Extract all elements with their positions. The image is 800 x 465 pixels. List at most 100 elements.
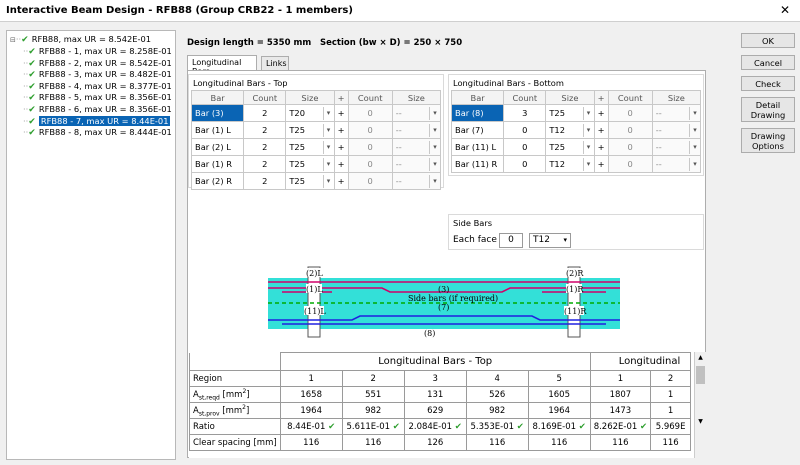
bar-name-cell[interactable]: Bar (7) (450, 121, 505, 139)
tree-item[interactable]: ··✔ RFB88 - 8, max UR = 8.444E-01 (23, 127, 172, 138)
size2-select[interactable]: -- ▾ (651, 138, 702, 156)
member-tree[interactable]: ⊟··✔ RFB88, max UR = 8.542E-01 ··✔ RFB88 -… (6, 30, 176, 460)
count-input[interactable]: 0 (503, 155, 547, 173)
size2-select[interactable]: -- ▾ (651, 121, 702, 139)
chevron-down-icon[interactable]: ▾ (689, 106, 700, 120)
chevron-down-icon[interactable]: ▾ (582, 106, 594, 120)
table-row[interactable]: Bar (2) R 2 T25 ▾ +0 -- ▾ (190, 172, 442, 190)
size-select[interactable]: T25 ▾ (545, 138, 595, 156)
tree-item[interactable]: ··✔ RFB88 - 3, max UR = 8.482E-01 (23, 69, 172, 80)
bar-name-cell[interactable]: Bar (8) (450, 104, 505, 122)
tree-item[interactable]: ··✔ RFB88 - 2, max UR = 8.542E-01 (23, 58, 172, 69)
bar-name-cell[interactable]: Bar (1) R (190, 155, 245, 173)
count-input[interactable]: 2 (243, 155, 287, 173)
table-row[interactable]: Bar (11) R 0 T12 ▾ +0 -- ▾ (450, 155, 702, 173)
plus-cell: + (333, 172, 349, 190)
chevron-down-icon[interactable]: ▾ (429, 174, 440, 188)
size2-select[interactable]: -- ▾ (391, 155, 442, 173)
size2-select[interactable]: -- ▾ (651, 104, 702, 122)
table-row[interactable]: Bar (11) L 0 T25 ▾ +0 -- ▾ (450, 138, 702, 156)
chevron-down-icon[interactable]: ▾ (582, 140, 594, 154)
chevron-down-icon[interactable]: ▾ (429, 123, 440, 137)
chevron-down-icon[interactable]: ▾ (689, 123, 700, 137)
table-row[interactable]: Bar (1) L 2 T25 ▾ +0 -- ▾ (190, 121, 442, 139)
tree-item[interactable]: ··✔ RFB88 - 6, max UR = 8.356E-01 (23, 104, 172, 115)
count2-input[interactable]: 0 (347, 172, 393, 190)
count-input[interactable]: 2 (243, 104, 287, 122)
size-select[interactable]: T25 ▾ (285, 138, 335, 156)
check-button[interactable]: Check (741, 76, 795, 91)
table-row[interactable]: Bar (7) 0 T12 ▾ +0 -- ▾ (450, 121, 702, 139)
table-row[interactable]: Bar (2) L 2 T25 ▾ +0 -- ▾ (190, 138, 442, 156)
count-input[interactable]: 3 (503, 104, 547, 122)
bar-name-cell[interactable]: Bar (3) (190, 104, 245, 122)
chevron-down-icon[interactable]: ▾ (582, 123, 594, 137)
side-bars-count-input[interactable]: 0 (499, 233, 523, 248)
count2-input[interactable]: 0 (607, 121, 653, 139)
drawing-options-button[interactable]: Drawing Options (741, 128, 795, 153)
chevron-down-icon[interactable]: ▾ (582, 157, 594, 171)
tree-item[interactable]: ··✔ RFB88 - 7, max UR = 8.44E-01 (23, 115, 171, 127)
size-select[interactable]: T25 ▾ (545, 104, 595, 122)
scroll-thumb[interactable] (696, 366, 705, 384)
size2-select[interactable]: -- ▾ (651, 155, 702, 173)
size-select[interactable]: T25 ▾ (285, 172, 335, 190)
size2-select[interactable]: -- ▾ (391, 121, 442, 139)
side-bars-size-select[interactable]: T12 ▾ (529, 233, 571, 248)
tab-longitudinal-bars[interactable]: Longitudinal Bars (187, 55, 257, 76)
count-input[interactable]: 2 (243, 121, 287, 139)
count2-input[interactable]: 0 (347, 104, 393, 122)
count2-input[interactable]: 0 (347, 121, 393, 139)
label-3: (3) (438, 285, 449, 294)
scroll-down-icon[interactable]: ▼ (696, 418, 705, 426)
detail-drawing-button[interactable]: Detail Drawing (741, 97, 795, 122)
chevron-down-icon[interactable]: ▾ (322, 174, 334, 188)
cancel-button[interactable]: Cancel (741, 55, 795, 70)
bar-name-cell[interactable]: Bar (2) R (190, 172, 245, 190)
size-select[interactable]: T20 ▾ (285, 104, 335, 122)
count-input[interactable]: 0 (503, 121, 547, 139)
tree-item[interactable]: ··✔ RFB88 - 5, max UR = 8.356E-01 (23, 92, 172, 103)
count2-input[interactable]: 0 (607, 138, 653, 156)
size-select[interactable]: T25 ▾ (285, 155, 335, 173)
chevron-down-icon[interactable]: ▾ (322, 157, 334, 171)
count-input[interactable]: 2 (243, 138, 287, 156)
bar-name-cell[interactable]: Bar (11) L (450, 138, 505, 156)
result-cell: 1964 (279, 402, 343, 419)
chevron-down-icon[interactable]: ▾ (429, 140, 440, 154)
results-scrollbar[interactable]: ▲ ▼ (694, 352, 706, 458)
table-row[interactable]: Bar (8) 3 T25 ▾ +0 -- ▾ (450, 104, 702, 122)
size2-select[interactable]: -- ▾ (391, 138, 442, 156)
size-select[interactable]: T12 ▾ (545, 121, 595, 139)
count2-input[interactable]: 0 (347, 138, 393, 156)
tree-root[interactable]: ⊟··✔ RFB88, max UR = 8.542E-01 (10, 34, 151, 45)
chevron-down-icon[interactable]: ▾ (689, 140, 700, 154)
tree-item[interactable]: ··✔ RFB88 - 1, max UR = 8.258E-01 (23, 46, 172, 57)
size-select[interactable]: T25 ▾ (285, 121, 335, 139)
count-input[interactable]: 2 (243, 172, 287, 190)
tab-links[interactable]: Links (261, 56, 289, 71)
bar-name-cell[interactable]: Bar (2) L (190, 138, 245, 156)
count2-input[interactable]: 0 (607, 155, 653, 173)
table-row[interactable]: Bar (3) 2 T20 ▾ +0 -- ▾ (190, 104, 442, 122)
chevron-down-icon[interactable]: ▾ (429, 106, 440, 120)
scroll-up-icon[interactable]: ▲ (696, 354, 705, 362)
chevron-down-icon[interactable]: ▾ (322, 106, 334, 120)
close-icon[interactable]: ✕ (780, 3, 790, 17)
count2-input[interactable]: 0 (607, 104, 653, 122)
count2-input[interactable]: 0 (347, 155, 393, 173)
bar-name-cell[interactable]: Bar (1) L (190, 121, 245, 139)
size2-select[interactable]: -- ▾ (391, 104, 442, 122)
chevron-down-icon[interactable]: ▾ (429, 157, 440, 171)
ok-button[interactable]: OK (741, 33, 795, 48)
results-group-row: Longitudinal Bars - Top Longitudinal (189, 352, 692, 371)
size-select[interactable]: T12 ▾ (545, 155, 595, 173)
count-input[interactable]: 0 (503, 138, 547, 156)
bar-name-cell[interactable]: Bar (11) R (450, 155, 505, 173)
chevron-down-icon[interactable]: ▾ (689, 157, 700, 171)
chevron-down-icon[interactable]: ▾ (322, 123, 334, 137)
chevron-down-icon[interactable]: ▾ (322, 140, 334, 154)
table-row[interactable]: Bar (1) R 2 T25 ▾ +0 -- ▾ (190, 155, 442, 173)
size2-select[interactable]: -- ▾ (391, 172, 442, 190)
tree-item[interactable]: ··✔ RFB88 - 4, max UR = 8.377E-01 (23, 81, 172, 92)
